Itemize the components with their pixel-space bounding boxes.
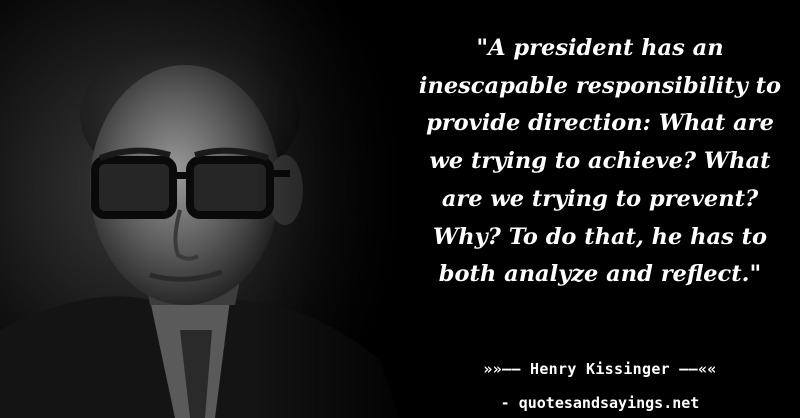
- quote-attribution: »»—— Henry Kissinger ——««: [483, 360, 717, 378]
- site-credit: - quotesandsayings.net: [500, 394, 700, 412]
- quote-text: "A president has an inescapable responsi…: [418, 35, 782, 288]
- portrait-illustration: [0, 0, 420, 418]
- quote-panel: "A president has an inescapable responsi…: [400, 0, 800, 418]
- portrait-photo: [0, 0, 420, 418]
